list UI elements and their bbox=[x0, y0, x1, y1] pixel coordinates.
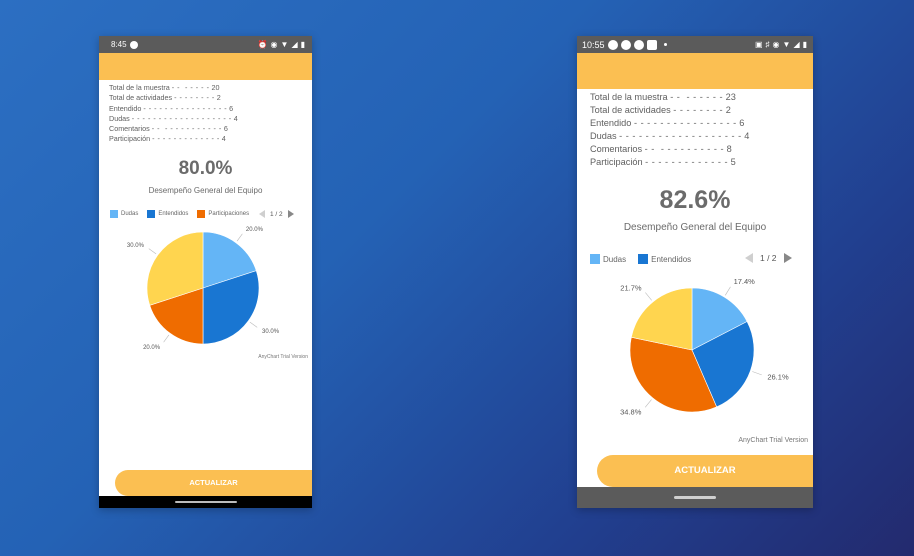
pie-slice-label: 20.0% bbox=[246, 227, 264, 233]
trial-watermark: AnyChart Trial Version bbox=[738, 437, 808, 444]
pie-slice-label: 21.7% bbox=[620, 283, 642, 292]
pie-label-connector bbox=[148, 248, 157, 255]
pie-chart: 17.4% 26.1% 34.8% 21.7% bbox=[620, 277, 789, 416]
home-gesture-pill[interactable] bbox=[674, 496, 716, 499]
pie-slice-label: 30.0% bbox=[262, 329, 280, 335]
pie-label-connector bbox=[249, 321, 258, 328]
pie-slice-label: 20.0% bbox=[143, 345, 161, 351]
phone-screen-right: 10:55 ▣ ♯ ◉ ▼ ◢ ▮ Total de la muestra - … bbox=[577, 36, 813, 508]
trial-watermark: AnyChart Trial Version bbox=[258, 354, 308, 360]
pie-slice-label: 34.8% bbox=[620, 407, 642, 416]
pie-label-connector bbox=[236, 233, 243, 242]
pie-label-connector bbox=[752, 371, 762, 376]
update-button[interactable]: ACTUALIZAR bbox=[115, 470, 312, 496]
nav-bar bbox=[99, 496, 312, 508]
pie-slice-label: 17.4% bbox=[734, 277, 756, 286]
nav-bar bbox=[577, 487, 813, 508]
pie-label-connector bbox=[645, 292, 652, 301]
pie-label-connector bbox=[163, 334, 170, 343]
home-gesture-pill[interactable] bbox=[174, 501, 237, 503]
pie-chart: 20.0% 30.0% 20.0% 30.0% bbox=[127, 227, 280, 351]
pie-label-connector bbox=[725, 286, 731, 296]
pie-slice-label: 26.1% bbox=[767, 372, 789, 381]
pie-slice-label: 30.0% bbox=[127, 243, 145, 249]
phone-screen-left: 8:45 ⏰ ◉ ▼ ◢ ▮ Total de la muestra - - -… bbox=[99, 36, 312, 508]
pie-label-connector bbox=[644, 399, 652, 408]
update-button[interactable]: ACTUALIZAR bbox=[597, 455, 813, 487]
